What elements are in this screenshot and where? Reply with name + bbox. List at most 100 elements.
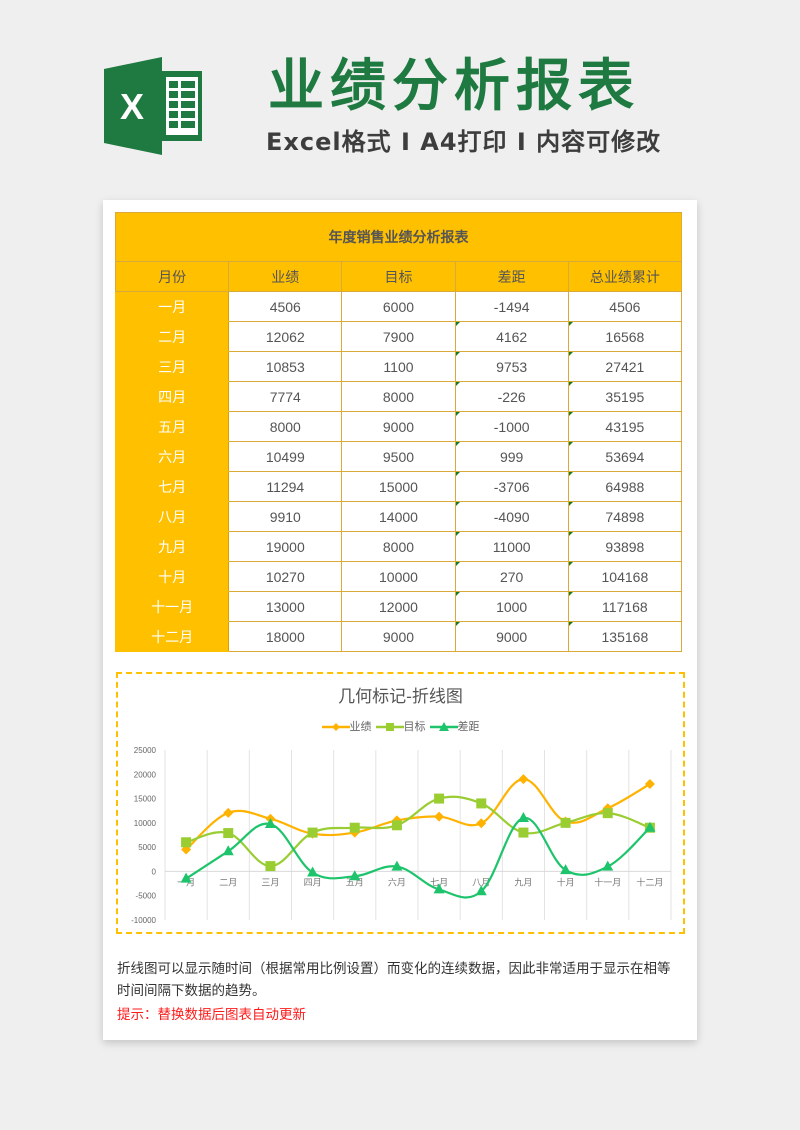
- table-cell[interactable]: 9910: [228, 501, 343, 532]
- column-header: 业绩: [228, 261, 343, 292]
- table-cell[interactable]: 18000: [228, 621, 343, 652]
- table-cell[interactable]: 6000: [341, 291, 456, 322]
- data-point-triangle: [222, 845, 234, 856]
- table-cell[interactable]: -226: [454, 381, 569, 412]
- x-tick-label: 十月: [557, 876, 575, 888]
- table-cell[interactable]: 4162: [454, 321, 569, 352]
- table-cell[interactable]: 11000: [454, 531, 569, 562]
- month-cell[interactable]: 三月: [114, 351, 230, 382]
- month-cell[interactable]: 十二月: [114, 621, 230, 652]
- table-cell[interactable]: 4506: [228, 291, 343, 322]
- table-cell[interactable]: 35195: [567, 381, 683, 412]
- table-cell[interactable]: 10000: [341, 561, 456, 592]
- excel-logo-icon: X: [104, 57, 204, 155]
- month-cell[interactable]: 十月: [114, 561, 230, 592]
- table-row: 十月 10270 10000 270 104168: [114, 561, 683, 592]
- month-cell[interactable]: 六月: [114, 441, 230, 472]
- column-header: 差距: [454, 261, 569, 292]
- table-cell[interactable]: 117168: [567, 591, 683, 622]
- data-point-square: [602, 808, 613, 819]
- table-cell[interactable]: 135168: [567, 621, 683, 652]
- month-cell[interactable]: 五月: [114, 411, 230, 442]
- table-cell[interactable]: 53694: [567, 441, 683, 472]
- table-cell[interactable]: 74898: [567, 501, 683, 532]
- x-tick-label: 六月: [388, 876, 406, 888]
- table-cell[interactable]: 64988: [567, 471, 683, 502]
- report-card: 年度销售业绩分析报表 月份 业绩 目标 差距 总业绩累计 一月 4506 6000 -1494…: [103, 200, 697, 1040]
- y-tick-label: 25000: [134, 746, 157, 755]
- x-tick-label: 九月: [514, 877, 532, 888]
- svg-text:X: X: [120, 86, 144, 127]
- table-cell[interactable]: 9000: [341, 411, 456, 442]
- table-cell[interactable]: 270: [454, 561, 569, 592]
- data-point-diamond: [434, 811, 445, 822]
- y-tick-label: 5000: [138, 843, 156, 852]
- table-cell[interactable]: 11294: [228, 471, 343, 502]
- chart-plot: 2500020000150001000050000-5000-10000一月 二月…: [131, 746, 672, 925]
- table-cell[interactable]: 10853: [228, 351, 343, 382]
- month-cell[interactable]: 七月: [114, 471, 230, 502]
- page-title: 业绩分析报表: [268, 54, 640, 119]
- data-point-square: [307, 827, 318, 838]
- table-cell[interactable]: 15000: [341, 471, 456, 502]
- table-row: 八月 9910 14000 -4090 74898: [114, 501, 683, 532]
- table-cell[interactable]: 14000: [341, 501, 456, 532]
- x-tick-label: 十二月: [636, 876, 663, 888]
- data-point-square: [349, 822, 360, 833]
- table-cell[interactable]: 9753: [454, 351, 569, 382]
- table-cell[interactable]: 93898: [567, 531, 683, 562]
- table-cell[interactable]: 7900: [341, 321, 456, 352]
- table-cell[interactable]: 9000: [341, 621, 456, 652]
- table-cell[interactable]: 8000: [341, 531, 456, 562]
- column-header: 月份: [114, 261, 230, 292]
- table-cell[interactable]: 19000: [228, 531, 343, 562]
- table-cell[interactable]: 13000: [228, 591, 343, 622]
- table-cell[interactable]: 9500: [341, 441, 456, 472]
- chart-description: 折线图可以显示随时间（根据常用比例设置）而变化的连续数据，因此非常适用于显示在相…: [117, 961, 671, 999]
- table-cell[interactable]: 16568: [567, 321, 683, 352]
- table-cell[interactable]: 8000: [228, 411, 343, 442]
- table-cell[interactable]: 10270: [228, 561, 343, 592]
- x-tick-label: 二月: [219, 877, 237, 888]
- y-tick-label: 10000: [134, 819, 157, 828]
- table-cell[interactable]: -1494: [454, 291, 569, 322]
- data-point-square: [560, 817, 571, 828]
- table-cell[interactable]: 27421: [567, 351, 683, 382]
- table-cell[interactable]: 999: [454, 441, 569, 472]
- table-cell[interactable]: 43195: [567, 411, 683, 442]
- x-tick-label: 十一月: [594, 876, 621, 888]
- column-header: 总业绩累计: [567, 261, 683, 292]
- table-row: 十一月 13000 12000 1000 117168: [114, 591, 683, 622]
- table-cell[interactable]: 4506: [567, 291, 683, 322]
- month-cell[interactable]: 二月: [114, 321, 230, 352]
- x-tick-label: 三月: [261, 877, 279, 888]
- table-cell[interactable]: 12062: [228, 321, 343, 352]
- table-title: 年度销售业绩分析报表: [115, 212, 682, 262]
- table-row: 十二月 18000 9000 9000 135168: [114, 621, 683, 652]
- table-cell[interactable]: 12000: [341, 591, 456, 622]
- table-cell[interactable]: 104168: [567, 561, 683, 592]
- table-row: 七月 11294 15000 -3706 64988: [114, 471, 683, 502]
- month-cell[interactable]: 四月: [114, 381, 230, 412]
- table-row: 三月 10853 1100 9753 27421: [114, 351, 683, 382]
- table-cell[interactable]: 9000: [454, 621, 569, 652]
- line-chart: 几何标记-折线图 业绩 目标 差距 25000 20000 15000 10000 5000…: [116, 672, 685, 934]
- data-point-diamond: [644, 779, 655, 789]
- data-point-diamond: [518, 774, 529, 785]
- month-cell[interactable]: 一月: [114, 291, 230, 322]
- table-cell[interactable]: 10499: [228, 441, 343, 472]
- data-point-square: [223, 828, 234, 839]
- y-tick-label: 0: [152, 867, 157, 876]
- y-tick-label: -10000: [131, 916, 156, 925]
- month-cell[interactable]: 九月: [114, 531, 230, 562]
- month-cell[interactable]: 十一月: [114, 591, 230, 622]
- month-cell[interactable]: 八月: [114, 501, 230, 532]
- table-cell[interactable]: 7774: [228, 381, 343, 412]
- table-row: 六月 10499 9500 999 53694: [114, 441, 683, 472]
- table-cell[interactable]: 8000: [341, 381, 456, 412]
- table-cell[interactable]: -3706: [454, 471, 569, 502]
- table-cell[interactable]: -1000: [454, 411, 569, 442]
- table-cell[interactable]: 1100: [341, 351, 456, 382]
- table-cell[interactable]: -4090: [454, 501, 569, 532]
- table-cell[interactable]: 1000: [454, 591, 569, 622]
